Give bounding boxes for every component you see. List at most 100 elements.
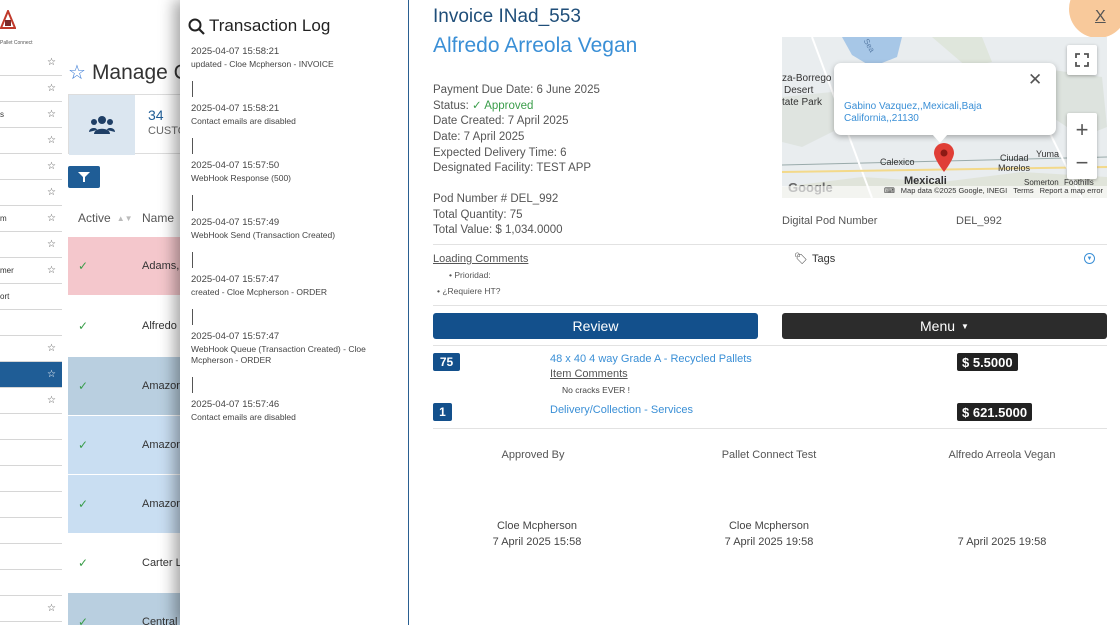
column-header-active[interactable]: Active ▲▼ [68,211,142,225]
log-timestamp: 2025-04-07 15:57:49 [191,217,280,228]
row-name[interactable]: Amazon [134,380,182,392]
row-name[interactable]: Adams, [134,260,179,272]
review-button[interactable]: Review [433,313,758,339]
log-separator [192,138,193,154]
log-timestamp: 2025-04-07 15:57:46 [191,399,280,410]
star-icon[interactable]: ☆ [47,239,56,250]
map-report-link[interactable]: Report a map error [1040,186,1103,198]
table-row[interactable]: ✓ Amazon [68,357,188,416]
customer-name[interactable]: Alfredo Arreola Vegan [433,34,637,58]
sidebar-item[interactable]: mer ☆ [0,258,62,284]
log-entry: 2025-04-07 15:57:50 WebHook Response (500… [191,158,396,211]
log-message: updated - Cloe Mcpherson - INVOICE [191,59,334,69]
sidebar-item[interactable] [0,570,62,596]
keyboard-icon[interactable]: ⌨ [884,186,895,198]
star-icon[interactable]: ☆ [47,109,56,120]
loading-comment-item: • Prioridad: [449,270,491,280]
sidebar-item[interactable] [0,414,62,440]
log-timestamp: 2025-04-07 15:58:21 [191,103,280,114]
row-name[interactable]: Central [134,616,177,625]
invoice-number: Invoice INad_553 [433,6,581,27]
total-quantity: Total Quantity: 75 [433,208,523,221]
sidebar-item[interactable]: ☆ [0,596,62,622]
sidebar-item[interactable] [0,466,62,492]
check-icon: ✓ [78,319,89,333]
star-icon[interactable]: ☆ [47,135,56,146]
sort-icon[interactable]: ▲▼ [117,214,133,223]
sidebar-item[interactable]: ☆ [0,50,62,76]
item-name-link[interactable]: Delivery/Collection - Services [550,404,693,416]
sidebar-item[interactable]: s ☆ [0,102,62,128]
sidebar-item[interactable] [0,492,62,518]
star-icon[interactable]: ☆ [47,343,56,354]
divider [433,305,1107,306]
payment-due-date: Payment Due Date: 6 June 2025 [433,84,600,96]
stat-card[interactable]: 34 CUSTO [68,94,188,155]
sidebar-item[interactable]: ☆ [0,232,62,258]
sidebar-item[interactable] [0,518,62,544]
star-icon[interactable]: ☆ [47,57,56,68]
table-row[interactable]: ✓ Amazon [68,475,188,534]
star-icon[interactable]: ☆ [47,161,56,172]
map-terms-link[interactable]: Terms [1013,186,1033,198]
star-icon[interactable]: ☆ [47,369,56,380]
divider [433,244,1107,245]
sidebar-item[interactable]: ☆ [0,336,62,362]
sidebar-item[interactable]: ☆ [0,180,62,206]
sidebar-item[interactable] [0,544,62,570]
row-name[interactable]: Amazon [134,439,182,451]
status-label: Status: [433,99,469,112]
table-row[interactable]: ✓ Alfredo [68,297,188,356]
log-entry: 2025-04-07 15:57:46 Contact emails are di… [191,397,396,423]
row-name[interactable]: Amazon [134,498,182,510]
sidebar-item-active[interactable]: ☆ [0,362,62,388]
invoice-detail: Invoice INad_553 Alfredo Arreola Vegan X… [409,0,1120,625]
fullscreen-button[interactable] [1067,45,1097,75]
check-icon: ✓ [78,497,89,511]
signer-name: Cloe Mcpherson [728,520,810,532]
close-button[interactable]: X [1095,8,1106,26]
zoom-in-button[interactable]: + [1067,113,1097,146]
star-icon[interactable]: ☆ [47,265,56,276]
map[interactable]: za-Borrego Desert tate Park Calexico Mex… [782,37,1107,198]
map-label: Calexico [880,157,915,167]
star-icon[interactable]: ☆ [47,83,56,94]
invoice-totals: Pod Number # DEL_992 Total Quantity: 75 … [433,192,563,239]
column-header-name[interactable]: Name [142,211,174,225]
sidebar-item[interactable] [0,440,62,466]
row-name[interactable]: Carter L [134,557,182,569]
star-icon[interactable]: ☆ [68,60,86,85]
map-popup-address[interactable]: Gabino Vazquez,,Mexicali,Baja California… [844,101,1004,125]
stat-count: 34 [148,107,164,123]
sidebar-item[interactable]: ort [0,284,62,310]
star-icon[interactable]: ☆ [47,213,56,224]
filter-button[interactable] [68,166,100,188]
menu-button[interactable]: Menu ▼ [782,313,1107,339]
sidebar-item[interactable] [0,310,62,336]
star-icon[interactable]: ☆ [47,395,56,406]
sidebar-item[interactable]: ☆ [0,128,62,154]
loading-comments-link[interactable]: Loading Comments [433,253,528,265]
star-icon[interactable]: ☆ [47,603,56,614]
sidebar-item[interactable]: m ☆ [0,206,62,232]
status-row: Status: ✓ Approved [433,99,600,115]
table-row[interactable]: ✓ Adams, [68,237,188,296]
table-row[interactable]: ✓ Amazon [68,416,188,475]
table-row[interactable]: ✓ Carter L [68,534,188,593]
row-name[interactable]: Alfredo [134,320,177,332]
map-pin-icon[interactable] [933,143,955,173]
star-icon[interactable]: ☆ [47,187,56,198]
item-comments-link[interactable]: Item Comments [550,368,628,380]
app-logo[interactable]: Pallet Connect [0,4,40,46]
sidebar-item[interactable]: ☆ [0,154,62,180]
invoice-details: Payment Due Date: 6 June 2025 Status: ✓ … [433,83,600,177]
sidebar-item[interactable]: ☆ [0,76,62,102]
close-icon[interactable]: ✕ [1028,70,1042,90]
item-name-link[interactable]: 48 x 40 4 way Grade A - Recycled Pallets [550,353,752,365]
log-message: WebHook Response (500) [191,173,292,183]
table-row[interactable]: ✓ Central [68,593,188,625]
chevron-down-icon[interactable]: ▼ [1084,253,1095,264]
logo-text: Pallet Connect [0,40,33,46]
zoom-out-button[interactable]: − [1067,146,1097,179]
sidebar-item[interactable]: ☆ [0,388,62,414]
